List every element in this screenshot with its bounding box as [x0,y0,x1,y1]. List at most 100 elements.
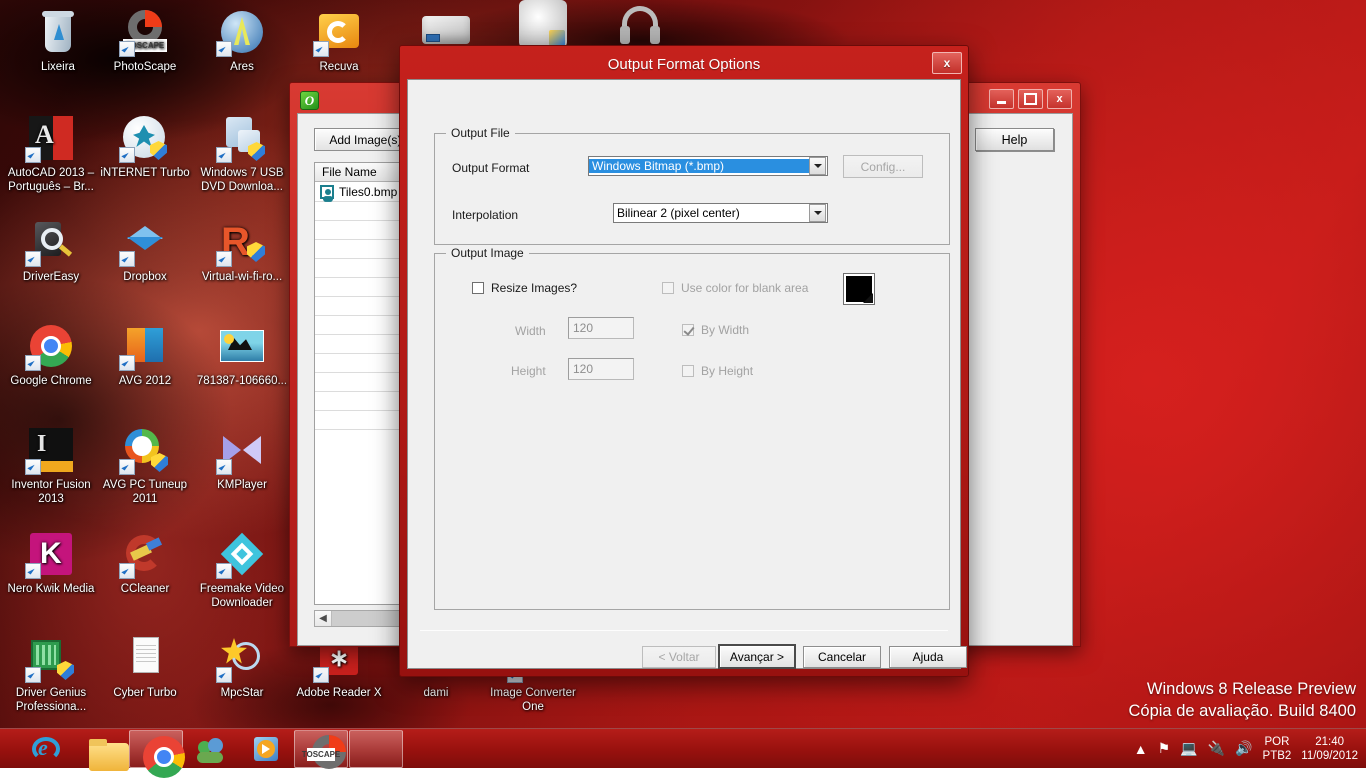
recuva-icon [315,8,363,56]
desktop-icon-avg-pc-tuneup[interactable]: AVG PC Tuneup 2011 [97,426,193,506]
blank-area-color-swatch[interactable] [844,274,874,304]
desktop-icon-label: AutoCAD 2013 – Português – Br... [3,167,99,194]
desktop-icon-recuva[interactable]: Recuva [291,8,387,75]
desktop-icon-internet-turbo[interactable]: iNTERNET Turbo [97,114,193,181]
output-file-group-title: Output File [446,126,515,140]
desktop-icon-drivereasy[interactable]: DriverEasy [3,218,99,285]
help-button[interactable]: Help [975,128,1054,151]
language-indicator[interactable]: POR PTB2 [1263,735,1292,763]
headphones-icon [616,0,664,48]
usb-device-icon[interactable]: 🔌 [1208,740,1225,757]
clock[interactable]: 21:40 11/09/2012 [1301,735,1358,763]
by-height-checkbox[interactable]: By Height [682,364,753,378]
taskbar-item-file-explorer[interactable] [74,730,128,768]
desktop-icon-ccleaner[interactable]: CCleaner [97,530,193,597]
virtual-wifi-router-icon: R [218,218,266,266]
desktop-icon-freemake-video-downloader[interactable]: Freemake Video Downloader [194,530,290,610]
desktop-icon-dropbox[interactable]: Dropbox [97,218,193,285]
scroll-left-icon[interactable]: ◀ [315,611,331,626]
shortcut-arrow-icon [313,667,329,683]
height-input[interactable]: 120 [568,358,634,380]
volume-icon[interactable]: 🔊 [1235,740,1252,757]
desktop-icon-kmplayer[interactable]: KMPlayer [194,426,290,493]
output-format-value: Windows Bitmap (*.bmp) [589,159,809,173]
by-width-checkbox[interactable]: By Width [682,323,749,337]
config-button[interactable]: Config... [843,155,923,178]
desktop-icon-image-thumbnail[interactable]: 781387-106660... [194,322,290,389]
desktop-icon-label: AVG 2012 [97,375,193,389]
use-color-blank-area-checkbox[interactable]: Use color for blank area [662,281,808,295]
ccleaner-icon [121,530,169,578]
shortcut-arrow-icon [119,147,135,163]
cancel-button[interactable]: Cancelar [803,646,881,668]
desktop-icon-label: Inventor Fusion 2013 [3,479,99,506]
minimize-icon[interactable] [989,89,1014,109]
shortcut-arrow-icon [25,459,41,475]
taskbar[interactable]: e TOSCAPE ▲ ⚑ 💻 🔌 🔊 POR PTB2 21:40 11/09/… [0,728,1366,768]
dialog-titlebar[interactable]: Output Format Options x [406,52,962,77]
language-line2: PTB2 [1263,749,1292,763]
desktop-icon-inventor-fusion[interactable]: IInventor Fusion 2013 [3,426,99,506]
desktop-icon-autocad[interactable]: A AutoCAD 2013 – Português – Br... [3,114,99,194]
chevron-down-icon[interactable] [809,204,826,222]
desktop-icon-scanner[interactable] [398,2,494,49]
avg-2012-icon [121,322,169,370]
desktop-icon-avg-2012[interactable]: AVG 2012 [97,322,193,389]
dialog-close-icon[interactable]: x [932,52,962,74]
windows-watermark: Windows 8 Release Preview Cópia de avali… [1129,678,1357,722]
internet-turbo-icon [121,114,169,162]
desktop-icon-label: CCleaner [97,583,193,597]
desktop-icon-ares[interactable]: Ares [194,8,290,75]
taskbar-items: e TOSCAPE [18,730,403,768]
flag-action-center-icon[interactable]: ⚑ [1158,740,1171,757]
interpolation-select[interactable]: Bilinear 2 (pixel center) [613,203,828,223]
taskbar-item-messenger[interactable] [184,730,238,768]
maximize-icon[interactable] [1018,89,1043,109]
desktop-icon-label: 781387-106660... [194,375,290,389]
chevron-down-icon[interactable] [809,157,826,175]
width-input[interactable]: 120 [568,317,634,339]
back-button[interactable]: < Voltar [642,646,716,668]
desktop-icon-recycle-bin[interactable]: Lixeira [10,8,106,75]
windows7-usb-dvd-icon [218,114,266,162]
system-tray[interactable]: ▲ ⚑ 💻 🔌 🔊 POR PTB2 21:40 11/09/2012 [1134,735,1358,763]
taskbar-item-google-chrome[interactable] [129,730,183,768]
resize-images-checkbox[interactable]: Resize Images? [472,281,577,295]
taskbar-item-internet-explorer[interactable]: e [19,730,73,768]
dialog-title: Output Format Options [608,56,761,73]
next-button[interactable]: Avançar > [718,644,796,669]
desktop-icon-label: AVG PC Tuneup 2011 [97,479,193,506]
close-icon[interactable]: x [1047,89,1072,109]
desktop-icon-windows7-usb-dvd[interactable]: Windows 7 USB DVD Downloa... [194,114,290,194]
help-button-dialog[interactable]: Ajuda [889,646,967,668]
autocad-icon: A [27,114,75,162]
folder-icon [85,733,117,765]
desktop-icon-label: Recuva [291,61,387,75]
desktop-icon-mpcstar[interactable]: MpcStar [194,634,290,701]
taskbar-item-photoscape[interactable]: TOSCAPE [294,730,348,768]
dropbox-icon [121,218,169,266]
shortcut-arrow-icon [216,459,232,475]
output-format-options-dialog[interactable]: Output Format Options x Output File Outp… [399,45,969,677]
desktop-icon-photoscape[interactable]: TOSCAPEPhotoScape [97,8,193,75]
recycle-bin-icon [34,8,82,56]
output-format-select[interactable]: Windows Bitmap (*.bmp) [588,156,828,176]
shortcut-arrow-icon [216,147,232,163]
taskbar-item-image-converter-one[interactable] [349,730,403,768]
network-icon[interactable]: 💻 [1180,740,1197,757]
desktop-icon-google-chrome[interactable]: Google Chrome [3,322,99,389]
use-color-blank-area-label: Use color for blank area [681,281,808,295]
desktop-icon-driver-genius[interactable]: Driver Genius Professiona... [3,634,99,714]
show-hidden-icons-chevron[interactable]: ▲ [1134,741,1148,757]
output-file-group: Output File Output Format Windows Bitmap… [434,133,950,245]
resize-images-label: Resize Images? [491,281,577,295]
desktop-icon-nero-kwik-media[interactable]: KNero Kwik Media [3,530,99,597]
dialog-separator [420,630,948,631]
desktop-icon-virtual-wifi-router[interactable]: RVirtual-wi-fi-ro... [194,218,290,285]
taskbar-item-media-player[interactable] [239,730,293,768]
shortcut-arrow-icon [25,251,41,267]
image-converter-app-icon [300,91,319,110]
desktop-icon-cyber-turbo[interactable]: Cyber Turbo [97,634,193,701]
photo-tool-icon [519,0,567,48]
nero-kwik-media-icon: K [27,530,75,578]
